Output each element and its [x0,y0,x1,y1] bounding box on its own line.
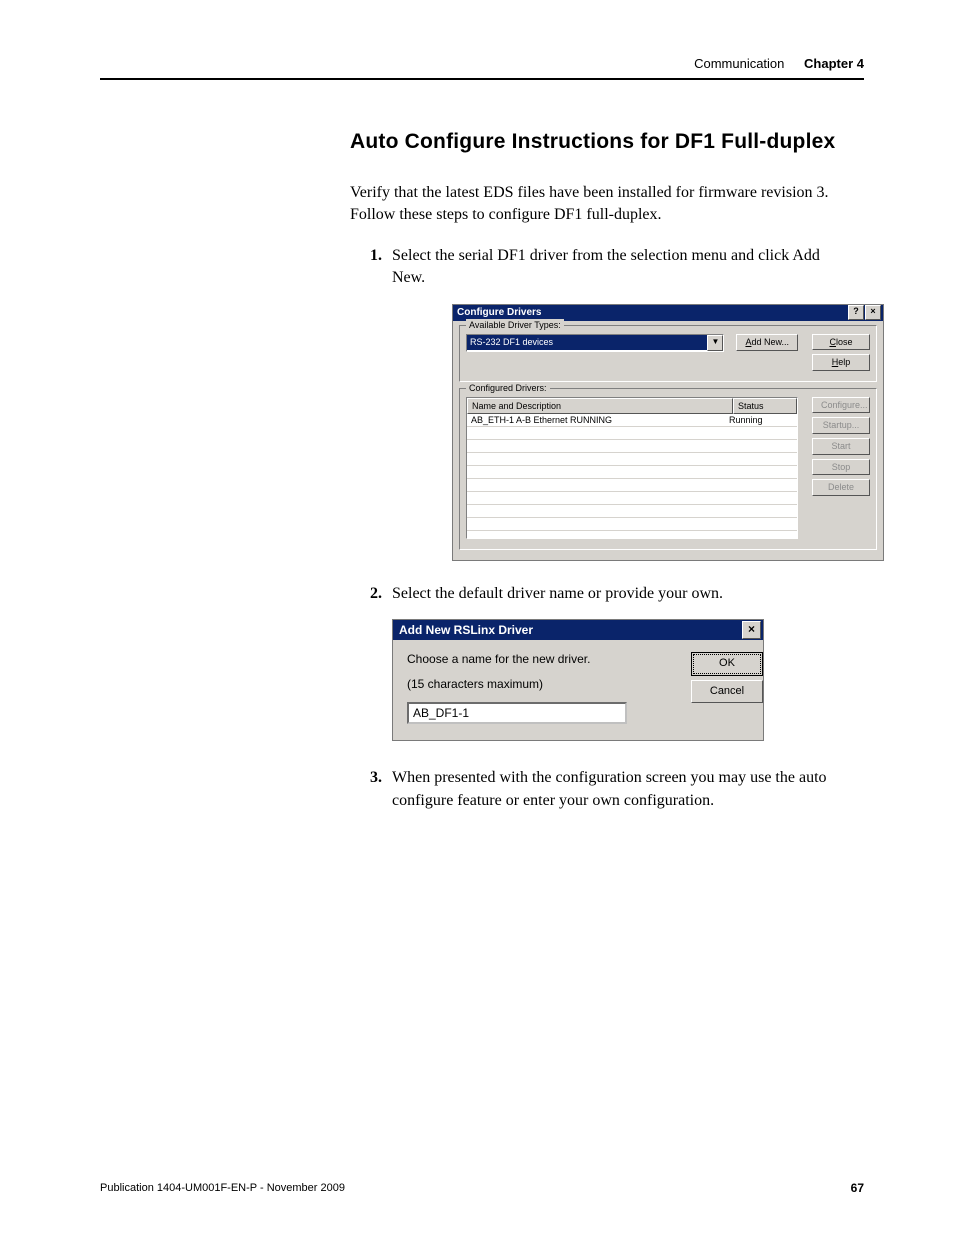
section-title: Auto Configure Instructions for DF1 Full… [350,130,864,154]
prompt-line-2: (15 characters maximum) [407,677,677,692]
intro-paragraph: Verify that the latest EDS files have be… [350,182,830,227]
step-3-number: 3. [370,767,382,789]
table-row[interactable] [467,505,797,518]
row-name: AB_ETH-1 A-B Ethernet RUNNING [467,414,725,426]
driver-name-input[interactable] [407,702,627,724]
step-1-number: 1. [370,245,382,267]
prompt-line-1: Choose a name for the new driver. [407,652,677,667]
close-icon[interactable]: × [865,305,881,320]
col-name: Name and Description [467,398,733,415]
drivers-table-header: Name and Description Status [467,398,797,415]
dialog2-titlebar: Add New RSLinx Driver × [393,620,763,640]
header-section: Communication [694,56,784,71]
available-driver-types-group: Available Driver Types: RS-232 DF1 devic… [459,325,877,382]
table-row[interactable] [467,427,797,440]
configure-button[interactable]: Configure... [812,397,870,414]
footer-publication: Publication 1404-UM001F-EN-P - November … [100,1182,345,1194]
row-status: Running [725,414,797,426]
table-row[interactable] [467,531,797,537]
table-row[interactable] [467,466,797,479]
cancel-button[interactable]: Cancel [691,680,763,703]
configured-drivers-label: Configured Drivers: [466,382,550,395]
table-row[interactable] [467,440,797,453]
footer-page-number: 67 [851,1181,864,1195]
available-driver-types-label: Available Driver Types: [466,319,564,332]
step-1-text: Select the serial DF1 driver from the se… [392,247,820,286]
start-button[interactable]: Start [812,438,870,455]
table-row[interactable]: AB_ETH-1 A-B Ethernet RUNNING Running [467,414,797,427]
stop-button[interactable]: Stop [812,459,870,476]
table-row[interactable] [467,453,797,466]
step-1: 1. Select the serial DF1 driver from the… [370,245,840,561]
driver-type-combo[interactable]: RS-232 DF1 devices ▼ [466,334,724,352]
add-new-button[interactable]: Add New... [736,334,798,351]
step-3: 3. When presented with the configuration… [370,767,840,812]
dialog2-title: Add New RSLinx Driver [399,622,533,639]
table-row[interactable] [467,518,797,531]
configure-drivers-dialog: Configure Drivers ? × Available Driver T… [452,304,884,561]
ok-button[interactable]: OK [691,652,763,675]
step-2-text: Select the default driver name or provid… [392,585,723,602]
header-rule [100,78,864,80]
startup-button[interactable]: Startup... [812,417,870,434]
configured-drivers-group: Configured Drivers: Name and Description… [459,388,877,550]
dialog-title: Configure Drivers [457,306,541,320]
page-header: Communication Chapter 4 [694,56,864,71]
driver-type-value: RS-232 DF1 devices [467,335,707,350]
step-2-number: 2. [370,583,382,605]
help-icon[interactable]: ? [848,305,864,320]
col-status: Status [733,398,797,415]
chevron-down-icon[interactable]: ▼ [707,335,723,351]
help-button[interactable]: Help [812,354,870,371]
drivers-table[interactable]: Name and Description Status AB_ETH-1 A-B… [466,397,798,539]
table-row[interactable] [467,492,797,505]
add-new-driver-dialog: Add New RSLinx Driver × Choose a name fo… [392,619,764,741]
step-3-text: When presented with the configuration sc… [392,769,827,808]
close-icon[interactable]: × [742,621,761,639]
delete-button[interactable]: Delete [812,479,870,496]
close-button[interactable]: Close [812,334,870,351]
header-chapter: Chapter 4 [804,56,864,71]
step-2: 2. Select the default driver name or pro… [370,583,840,741]
table-row[interactable] [467,479,797,492]
